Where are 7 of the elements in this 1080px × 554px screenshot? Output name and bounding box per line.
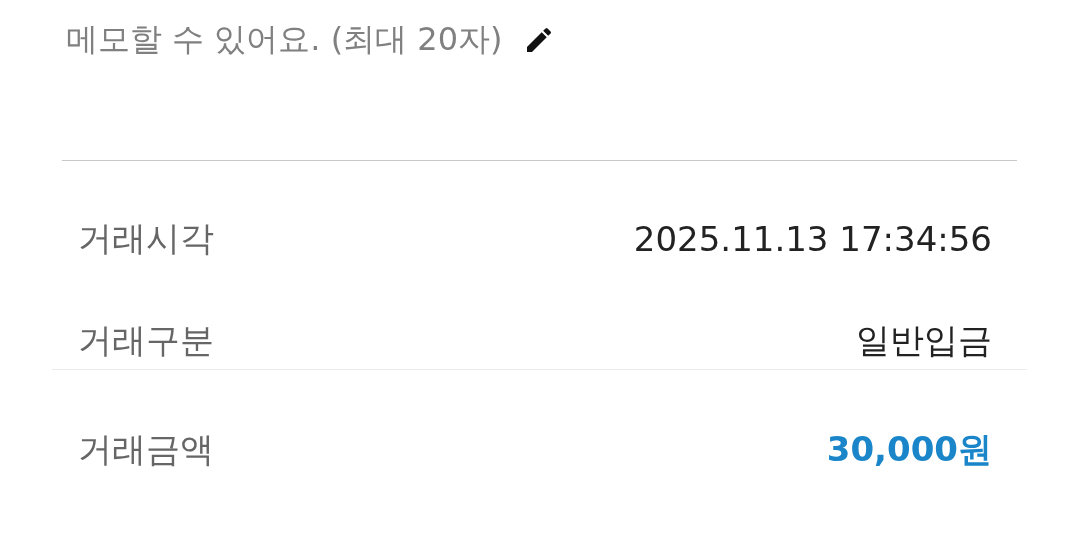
detail-value: 일반입금 — [856, 319, 992, 362]
amount-label: 거래금액 — [78, 428, 214, 471]
detail-label: 거래구분 — [78, 319, 214, 362]
memo-placeholder[interactable]: 메모할 수 있어요. (최대 20자) — [66, 18, 503, 62]
detail-label: 거래시각 — [78, 217, 214, 260]
amount-value: 30,000원 — [826, 428, 992, 471]
detail-value: 2025.11.13 17:34:56 — [633, 219, 992, 259]
